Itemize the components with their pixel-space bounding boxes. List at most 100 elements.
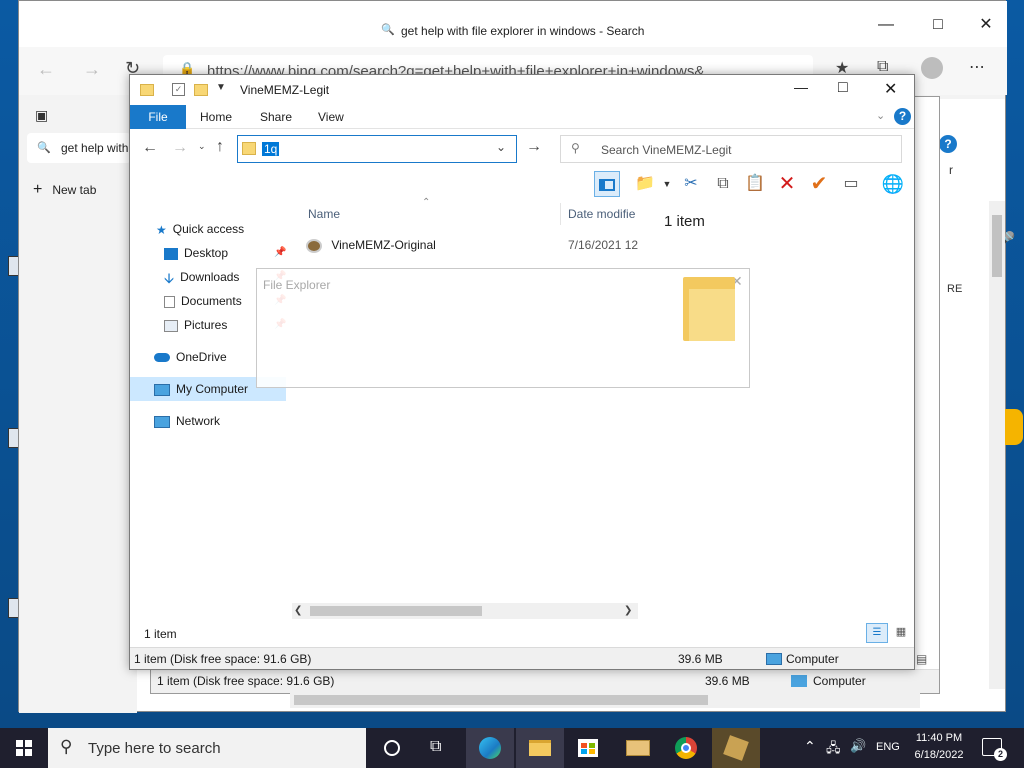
chevron-down-icon[interactable]: ⌄: [496, 140, 506, 154]
search-box[interactable]: ⚲ Search VineMEMZ-Legit: [560, 135, 902, 163]
tab-actions-icon[interactable]: ▣: [35, 107, 48, 124]
dropdown-icon[interactable]: ▼: [654, 171, 680, 197]
more-options-icon[interactable]: ⋯: [969, 57, 985, 77]
new-folder-icon[interactable]: [194, 84, 208, 96]
file-row[interactable]: VineMEMZ-Original 7/16/2021 12:: [306, 235, 642, 255]
back-icon[interactable]: ←: [142, 139, 158, 157]
properties-icon[interactable]: ✓: [172, 83, 185, 96]
search-icon: 🔍: [37, 142, 51, 154]
nav-item-quick-access[interactable]: ★ Quick access: [130, 217, 286, 241]
address-bar[interactable]: 1q ⌄: [237, 135, 517, 163]
recent-locations-icon[interactable]: ⌄: [198, 141, 206, 152]
minimize-button[interactable]: —: [871, 15, 901, 35]
back-icon[interactable]: ←: [37, 59, 55, 80]
ribbon-tabs: File Home Share View ⌄ ?: [130, 105, 914, 129]
cortana-button[interactable]: [368, 728, 416, 768]
new-tab-button[interactable]: + New tab: [33, 181, 96, 199]
taskbar-file-explorer[interactable]: [516, 728, 564, 768]
large-icons-view-icon[interactable]: ▦: [890, 623, 912, 643]
nav-item-network[interactable]: Network: [130, 409, 286, 433]
tab-home[interactable]: Home: [200, 105, 232, 129]
nav-item-label: Quick access: [172, 222, 245, 236]
taskbar-vinememz-app[interactable]: [712, 728, 760, 768]
go-arrow-icon[interactable]: →: [526, 138, 542, 156]
taskbar-search[interactable]: ⚲ Type here to search: [48, 728, 366, 768]
copy-icon[interactable]: ⧉: [710, 171, 736, 197]
quick-access-dropdown-icon[interactable]: ▼: [216, 82, 226, 93]
browser-scrollbar-thumb[interactable]: [992, 215, 1002, 277]
clock-time[interactable]: 11:40 PM: [914, 732, 964, 744]
search-input[interactable]: Search VineMEMZ-Legit: [601, 143, 732, 157]
status-size: 39.6 MB: [705, 674, 750, 688]
preview-pane-icon[interactable]: [594, 171, 620, 197]
search-icon: ⚲: [60, 737, 73, 756]
start-button[interactable]: [0, 728, 48, 768]
details-view-icon[interactable]: ☰: [866, 623, 888, 643]
forward-icon[interactable]: →: [172, 139, 188, 157]
nav-item-label: Downloads: [180, 270, 240, 284]
scrollbar-thumb[interactable]: [310, 606, 482, 616]
pin-icon[interactable]: 📌: [274, 241, 286, 265]
taskbar-search-input[interactable]: Type here to search: [88, 740, 221, 757]
tab-file[interactable]: File: [130, 105, 186, 129]
taskbar-chrome[interactable]: [662, 728, 710, 768]
minimize-button[interactable]: —: [794, 79, 808, 95]
close-button[interactable]: ✕: [971, 15, 1001, 35]
pictures-icon: [164, 319, 178, 332]
close-button[interactable]: ✕: [884, 79, 897, 99]
cortana-icon: [384, 740, 400, 756]
help-icon[interactable]: ?: [939, 135, 957, 153]
status-items: 1 item (Disk free space: 91.6 GB): [157, 674, 335, 688]
help-icon[interactable]: ?: [894, 108, 911, 125]
status-location: Computer: [786, 652, 839, 666]
network-icon[interactable]: 🖧: [826, 739, 841, 761]
maximize-button[interactable]: □: [923, 15, 953, 35]
cut-icon[interactable]: ✂: [678, 171, 704, 197]
language-indicator[interactable]: ENG: [876, 741, 900, 753]
tab-share[interactable]: Share: [260, 105, 292, 129]
file-name: VineMEMZ-Original: [331, 238, 436, 252]
address-input[interactable]: 1q: [262, 142, 280, 156]
clock-date[interactable]: 6/18/2022: [912, 749, 966, 761]
nav-item-desktop[interactable]: Desktop 📌: [130, 241, 286, 265]
computer-icon: [154, 383, 170, 396]
background-horizontal-scrollbar[interactable]: [290, 692, 920, 708]
rename-icon[interactable]: ▭: [838, 171, 864, 197]
folder-icon: [242, 142, 256, 155]
maximize-button[interactable]: □: [838, 79, 848, 97]
profile-avatar[interactable]: [921, 57, 943, 79]
scrollbar-thumb[interactable]: [294, 695, 708, 705]
taskbar-edge[interactable]: [466, 728, 514, 768]
paste-icon[interactable]: 📋: [742, 171, 768, 197]
edge-icon: [479, 737, 501, 759]
column-header-date[interactable]: Date modifie: [568, 207, 635, 221]
search-icon: 🔍: [381, 24, 395, 36]
taskbar: ⚲ Type here to search ⧉ ⌃ 🖧 🔊 ENG 11:40 …: [0, 728, 1024, 768]
chevron-down-icon[interactable]: ⌄: [876, 109, 885, 122]
computer-icon: [766, 653, 782, 665]
checkmark-icon[interactable]: ✔: [806, 171, 832, 197]
horizontal-scrollbar[interactable]: ❮ ❯: [292, 603, 638, 619]
file-date: 7/16/2021 12:: [568, 238, 642, 252]
volume-icon[interactable]: 🔊: [850, 738, 866, 754]
browser-titlebar: 🔍 get help with file explorer in windows…: [19, 1, 1007, 47]
column-divider[interactable]: [560, 203, 561, 225]
task-view-button[interactable]: ⧉: [416, 728, 464, 768]
nav-item-label: OneDrive: [176, 350, 227, 364]
globe-icon[interactable]: 🌐: [880, 171, 906, 197]
scroll-left-icon[interactable]: ❮: [294, 603, 302, 619]
scroll-right-icon[interactable]: ❯: [624, 603, 632, 619]
taskbar-mail[interactable]: [614, 728, 662, 768]
taskbar-store[interactable]: [564, 728, 612, 768]
notification-badge: 2: [994, 748, 1007, 761]
download-arrow-icon: 🡫: [164, 269, 175, 286]
column-header-name[interactable]: Name: [308, 207, 340, 221]
browser-tab-label: get help with: [61, 141, 129, 155]
up-icon[interactable]: ↑: [216, 138, 224, 156]
forward-icon[interactable]: →: [83, 59, 101, 80]
nav-item-label: Documents: [181, 294, 242, 308]
chevron-up-icon[interactable]: ⌃: [804, 738, 816, 755]
tab-view[interactable]: View: [318, 105, 344, 129]
delete-icon[interactable]: ✕: [774, 171, 800, 197]
browser-tab-item[interactable]: 🔍 get help with: [27, 133, 131, 163]
